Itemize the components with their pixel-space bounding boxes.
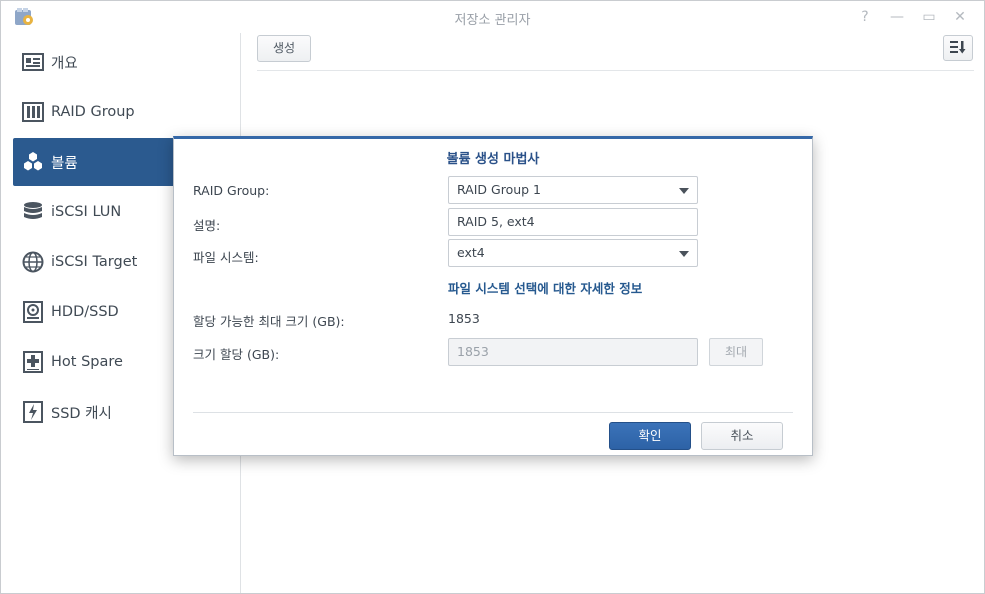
ok-button[interactable]: 확인	[609, 422, 691, 450]
alloc-size-label: 크기 할당 (GB):	[193, 347, 280, 362]
filesystem-info-link[interactable]: 파일 시스템 선택에 대한 자세한 정보	[448, 278, 642, 297]
close-icon[interactable]: ✕	[950, 7, 970, 27]
dialog-title: 볼륨 생성 마법사	[446, 152, 540, 167]
max-size-label: 할당 가능한 최대 크기 (GB):	[193, 314, 345, 329]
raid-group-select[interactable]: RAID Group 1	[448, 176, 698, 204]
cancel-button[interactable]: 취소	[701, 422, 783, 450]
description-input[interactable]: RAID 5, ext4	[448, 208, 698, 236]
filesystem-label: 파일 시스템:	[193, 250, 259, 265]
sort-icon	[949, 39, 967, 58]
alloc-size-input-value: 1853	[457, 344, 489, 359]
dialog-footer-divider	[193, 412, 793, 413]
sidebar-item-label: SSD 캐시	[51, 405, 112, 422]
description-input-value: RAID 5, ext4	[457, 214, 535, 229]
sort-button[interactable]	[943, 35, 973, 61]
create-volume-wizard-dialog: 볼륨 생성 마법사 RAID Group: RAID Group 1 설명: R…	[173, 136, 813, 456]
max-button[interactable]: 최대	[709, 338, 763, 366]
sidebar-item-raid-group[interactable]: RAID Group	[13, 88, 241, 136]
help-icon[interactable]: ?	[855, 7, 875, 27]
filesystem-select[interactable]: ext4	[448, 239, 698, 267]
sidebar-item-label: HDD/SSD	[51, 304, 119, 320]
raid-group-select-value: RAID Group 1	[457, 182, 541, 197]
window-title: 저장소 관리자	[454, 13, 531, 28]
minimize-icon[interactable]: —	[887, 7, 907, 27]
alloc-size-input[interactable]: 1853	[448, 338, 698, 366]
hot-spare-plus-icon	[22, 351, 44, 373]
sidebar-item-label: Hot Spare	[51, 354, 123, 370]
sidebar-item-label: iSCSI LUN	[51, 204, 122, 220]
toolbar-divider	[257, 70, 974, 71]
raid-group-label: RAID Group:	[193, 183, 270, 198]
sidebar-item-label: 볼륨	[51, 155, 78, 172]
max-size-value: 1853	[448, 311, 480, 326]
sidebar-item-label: iSCSI Target	[51, 254, 138, 270]
storage-manager-window: 저장소 관리자 ? — ▭ ✕ 개요 RAID Group 볼륨 iSCSI L…	[0, 0, 985, 594]
title-bar: 저장소 관리자 ? — ▭ ✕	[1, 1, 984, 33]
maximize-icon[interactable]: ▭	[919, 7, 939, 27]
create-button[interactable]: 생성	[257, 35, 311, 62]
sidebar-item-overview[interactable]: 개요	[13, 38, 241, 86]
raid-group-icon	[22, 101, 44, 123]
globe-icon	[22, 251, 44, 273]
filesystem-select-value: ext4	[457, 245, 485, 260]
database-icon	[22, 201, 44, 223]
ssd-cache-bolt-icon	[22, 401, 44, 423]
volume-cubes-icon	[22, 151, 44, 173]
overview-icon	[22, 51, 44, 73]
chevron-down-icon	[679, 188, 689, 194]
chevron-down-icon	[679, 251, 689, 257]
sidebar-item-label: RAID Group	[51, 104, 135, 120]
disk-icon	[22, 301, 44, 323]
sidebar-item-label: 개요	[51, 55, 78, 72]
description-label: 설명:	[193, 218, 221, 233]
